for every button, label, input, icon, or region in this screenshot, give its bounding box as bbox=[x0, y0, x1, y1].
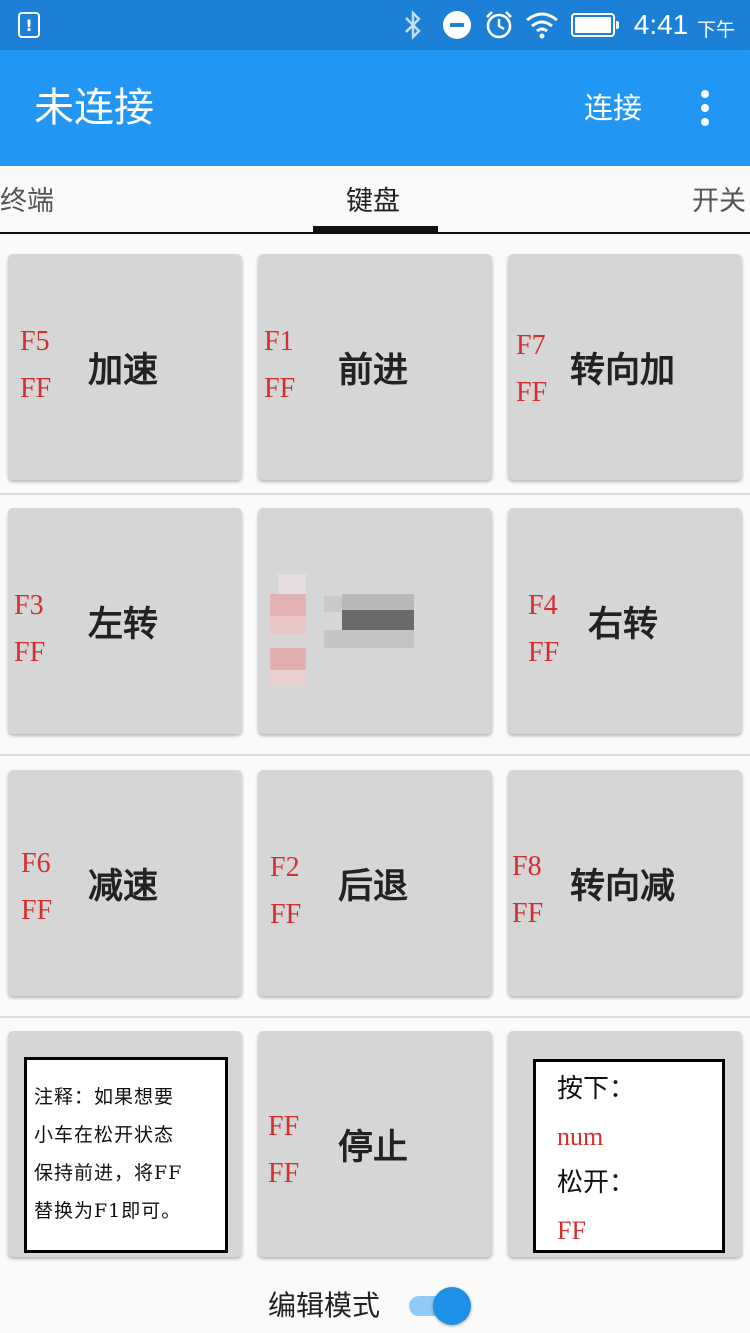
tab-bar: 终端 键盘 开关 bbox=[0, 166, 750, 234]
key-blurred[interactable] bbox=[258, 508, 492, 734]
key-release-code: FF bbox=[20, 373, 52, 404]
key-release-code: FF bbox=[268, 1158, 300, 1189]
wifi-icon bbox=[524, 0, 560, 50]
status-bar: ! 4:41 下午 bbox=[0, 0, 750, 50]
note-line: 注释：如果想要 bbox=[34, 1086, 175, 1108]
do-not-disturb-icon bbox=[441, 0, 473, 50]
legend-release-label: 松开： bbox=[557, 1168, 636, 1198]
edit-mode-label: 编辑模式 bbox=[268, 1289, 381, 1322]
row-divider bbox=[0, 1016, 750, 1018]
key-label: 减速 bbox=[88, 866, 159, 907]
alert-icon: ! bbox=[16, 0, 42, 50]
key-release-code: FF bbox=[528, 637, 560, 668]
key-press-code: F7 bbox=[516, 330, 546, 361]
key-release-code: FF bbox=[270, 899, 302, 930]
row-divider bbox=[0, 493, 750, 495]
key-legend[interactable]: 按下： num 松开： FF bbox=[508, 1031, 742, 1257]
key-label: 转向加 bbox=[570, 350, 676, 391]
tab-keyboard[interactable]: 键盘 bbox=[346, 182, 400, 222]
legend-press-label: 按下： bbox=[557, 1074, 636, 1104]
tab-terminal[interactable]: 终端 bbox=[0, 182, 54, 222]
key-steer-decrease[interactable]: F8 FF 转向减 bbox=[508, 770, 742, 996]
key-label: 加速 bbox=[88, 350, 159, 391]
key-note[interactable]: 注释：如果想要 小车在松开状态 保持前进，将FF 替换为F1即可。 bbox=[8, 1031, 242, 1257]
page-title: 未连接 bbox=[34, 85, 154, 131]
key-press-code: F3 bbox=[14, 590, 44, 621]
key-label: 转向减 bbox=[570, 866, 676, 907]
tab-indicator bbox=[313, 226, 438, 232]
app-bar: 未连接 连接 bbox=[0, 50, 750, 166]
edit-mode-toggle[interactable] bbox=[407, 1287, 473, 1325]
key-label: 右转 bbox=[588, 604, 659, 645]
connect-button[interactable]: 连接 bbox=[578, 84, 648, 132]
key-release-code: FF bbox=[264, 373, 296, 404]
key-turn-left[interactable]: F3 FF 左转 bbox=[8, 508, 242, 734]
key-press-code: F5 bbox=[20, 326, 50, 357]
key-release-code: FF bbox=[14, 637, 46, 668]
key-release-code: FF bbox=[512, 898, 544, 929]
key-press-code: F8 bbox=[512, 851, 542, 882]
key-release-code: FF bbox=[516, 377, 548, 408]
clock-ampm: 下午 bbox=[696, 18, 735, 41]
row-divider bbox=[0, 754, 750, 756]
legend-box: 按下： num 松开： FF bbox=[533, 1059, 725, 1253]
alarm-icon bbox=[482, 0, 516, 50]
key-stop[interactable]: FF FF 停止 bbox=[258, 1031, 492, 1257]
key-steer-increase[interactable]: F7 FF 转向加 bbox=[508, 254, 742, 480]
key-label: 前进 bbox=[338, 350, 409, 391]
key-press-code: F4 bbox=[528, 590, 558, 621]
key-decelerate[interactable]: F6 FF 减速 bbox=[8, 770, 242, 996]
note-line: 保持前进，将FF bbox=[34, 1162, 183, 1184]
key-label: 左转 bbox=[88, 604, 159, 645]
legend-press-value: num bbox=[557, 1122, 604, 1151]
key-press-code: F6 bbox=[21, 848, 51, 879]
key-label: 后退 bbox=[338, 866, 409, 907]
key-accelerate[interactable]: F5 FF 加速 bbox=[8, 254, 242, 480]
key-turn-right[interactable]: F4 FF 右转 bbox=[508, 508, 742, 734]
key-press-code: F1 bbox=[264, 326, 294, 357]
more-vertical-icon[interactable] bbox=[690, 86, 720, 130]
toggle-thumb bbox=[433, 1287, 471, 1325]
key-label: 停止 bbox=[338, 1127, 409, 1168]
key-press-code: FF bbox=[268, 1111, 300, 1142]
clock-time: 4:41 bbox=[633, 9, 689, 40]
key-forward[interactable]: F1 FF 前进 bbox=[258, 254, 492, 480]
key-press-code: F2 bbox=[270, 852, 300, 883]
bluetooth-icon bbox=[398, 0, 428, 50]
note-line: 替换为F1即可。 bbox=[34, 1200, 182, 1222]
key-release-code: FF bbox=[21, 895, 53, 926]
battery-icon bbox=[568, 0, 619, 50]
tab-switch[interactable]: 开关 bbox=[692, 182, 746, 222]
note-box: 注释：如果想要 小车在松开状态 保持前进，将FF 替换为F1即可。 bbox=[24, 1057, 228, 1253]
key-backward[interactable]: F2 FF 后退 bbox=[258, 770, 492, 996]
note-line: 小车在松开状态 bbox=[34, 1124, 175, 1146]
legend-release-value: FF bbox=[557, 1216, 586, 1245]
